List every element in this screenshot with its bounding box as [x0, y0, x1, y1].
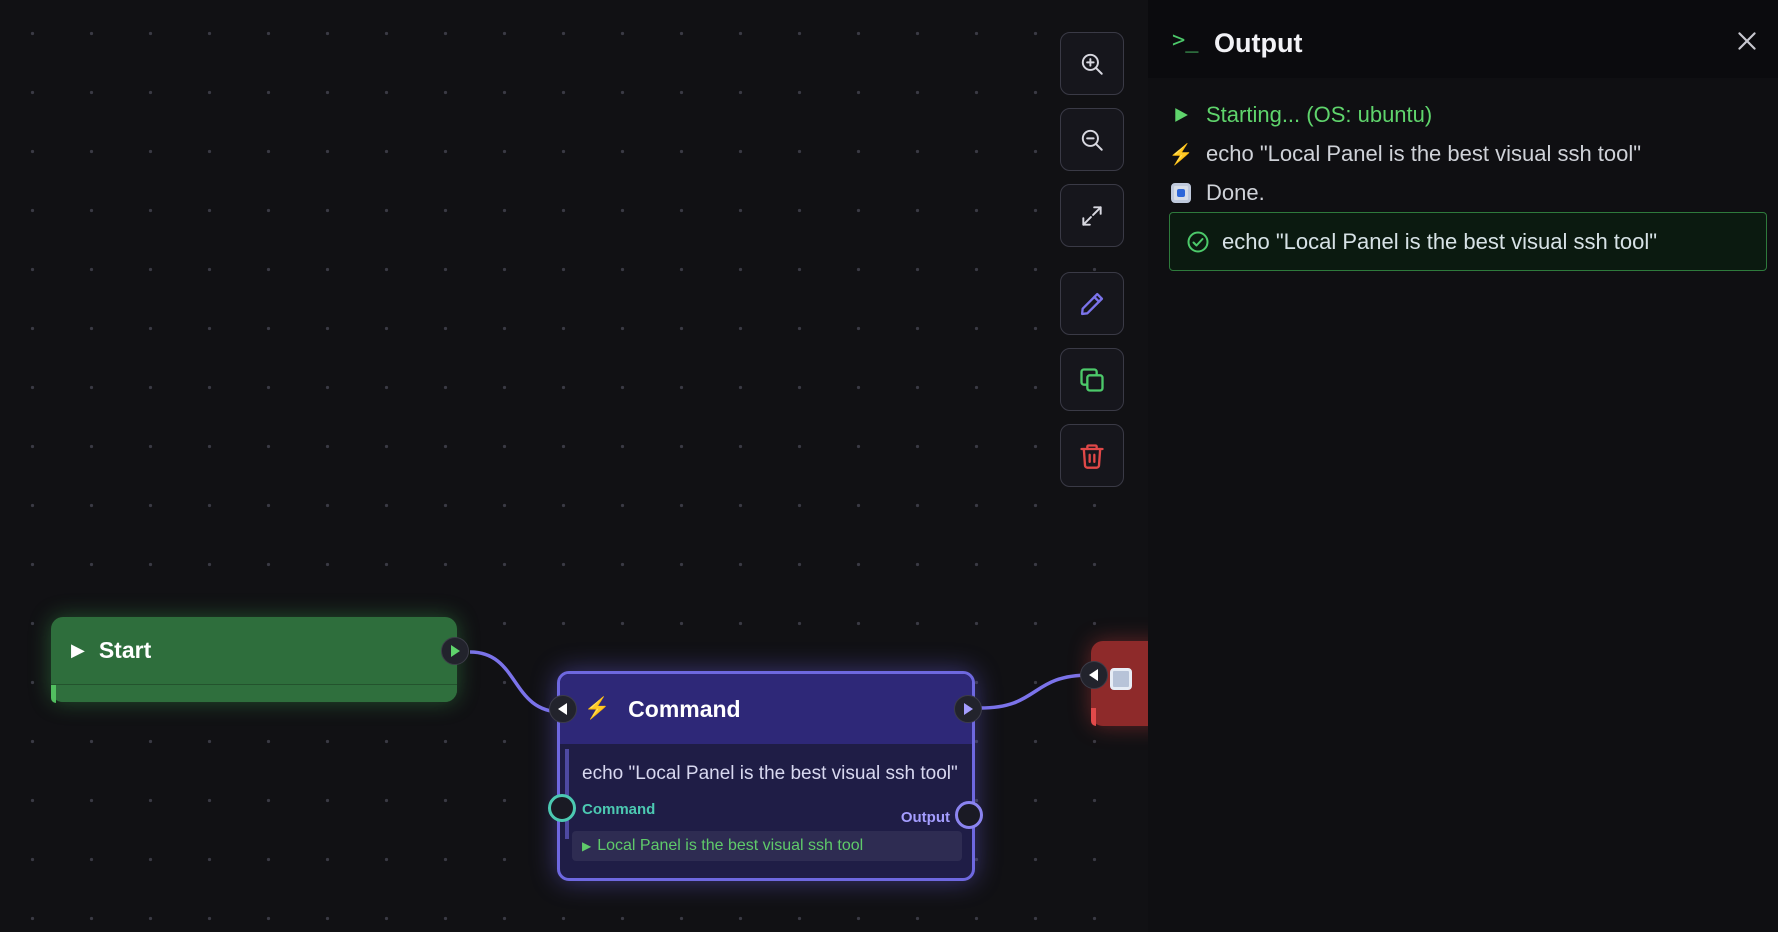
start-node-title: Start [98, 636, 152, 663]
command-input-handle[interactable] [548, 794, 576, 822]
start-node[interactable]: ▶ Start [51, 617, 457, 703]
play-icon [1170, 107, 1192, 123]
copy-icon [1080, 367, 1104, 392]
stop-input-port[interactable] [1080, 661, 1108, 689]
lightning-icon: ⚡ [1168, 143, 1194, 166]
command-input-label: Command [582, 801, 656, 818]
log-line: Done. [1170, 180, 1265, 206]
log-line-text: echo "Local Panel is the best visual ssh… [1206, 141, 1642, 166]
log-line: Starting... (OS: ubuntu) [1170, 102, 1432, 128]
command-node[interactable]: ⚡ Command echo "Local Panel is the best … [557, 671, 975, 881]
trash-icon [1080, 443, 1104, 469]
output-result: echo "Local Panel is the best visual ssh… [1169, 212, 1767, 271]
command-node-title: Command [628, 695, 741, 722]
duplicate-button[interactable] [1060, 348, 1124, 411]
stop-icon [1170, 183, 1192, 203]
stop-node-accent [1091, 708, 1096, 726]
fit-view-button[interactable] [1060, 184, 1124, 247]
play-icon: ▶ [582, 839, 592, 853]
command-output-port[interactable] [954, 695, 982, 723]
stop-icon [1110, 668, 1132, 690]
lightning-icon: ⚡ [584, 697, 611, 720]
command-result: ▶ Local Panel is the best visual ssh too… [572, 831, 962, 861]
close-icon[interactable] [1734, 28, 1760, 54]
output-panel: >_ Output Starting... (OS: ubuntu) ⚡ ech… [1148, 0, 1778, 932]
play-icon: ▶ [71, 639, 85, 660]
command-output-label: Output [900, 809, 950, 826]
zoom-in-icon [1081, 53, 1103, 75]
flow-canvas[interactable]: ▶ Start ⚡ Command echo "Local Panel is t… [0, 0, 1148, 932]
pencil-icon [1080, 292, 1104, 315]
zoom-out-button[interactable] [1060, 108, 1124, 171]
edge-command-to-stop [979, 673, 1091, 710]
expand-icon [1082, 205, 1102, 226]
edit-button[interactable] [1060, 272, 1124, 335]
log-line-text: Done. [1206, 180, 1265, 205]
command-input-port[interactable] [549, 695, 577, 723]
command-result-text: Local Panel is the best visual ssh tool [597, 837, 864, 854]
check-circle-icon [1186, 230, 1210, 254]
edge-start-to-command [469, 650, 563, 714]
command-text: echo "Local Panel is the best visual ssh… [582, 763, 958, 784]
delete-button[interactable] [1060, 424, 1124, 487]
terminal-icon: >_ [1172, 28, 1199, 53]
log-line: ⚡ echo "Local Panel is the best visual s… [1168, 141, 1642, 167]
output-panel-title: Output [1214, 28, 1303, 58]
log-line-text: Starting... (OS: ubuntu) [1206, 102, 1433, 127]
command-output-handle[interactable] [955, 801, 983, 829]
output-result-text: echo "Local Panel is the best visual ssh… [1222, 228, 1658, 254]
zoom-in-button[interactable] [1060, 32, 1124, 95]
zoom-out-icon [1081, 129, 1103, 151]
start-node-footer [51, 684, 457, 703]
start-output-port[interactable] [441, 637, 469, 665]
output-panel-header: >_ Output [1148, 0, 1778, 78]
